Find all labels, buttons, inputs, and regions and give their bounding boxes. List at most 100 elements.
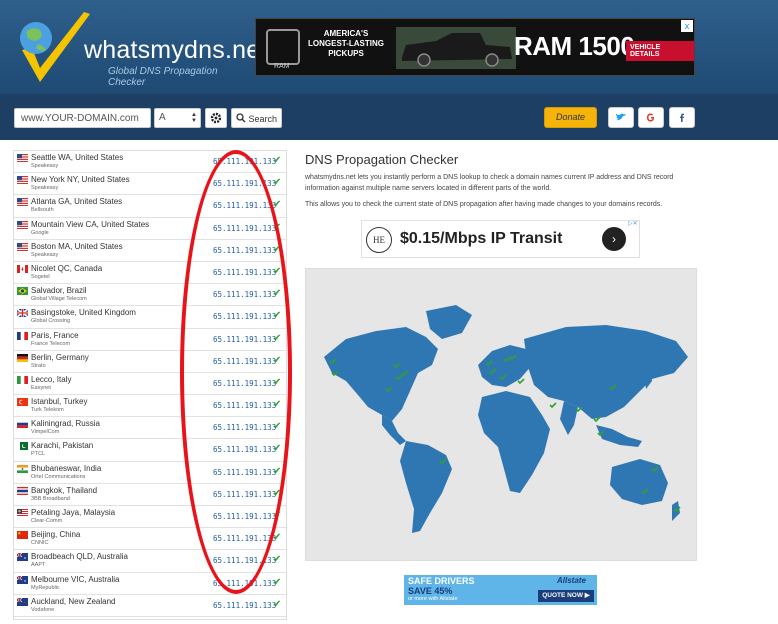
result-ip[interactable]: 65.111.191.133 (213, 157, 276, 166)
result-isp: Ortel Communications (31, 473, 86, 480)
result-isp: Speakeasy (31, 163, 59, 169)
flag-cn-icon (17, 531, 28, 540)
check-icon: ✔ (273, 532, 282, 544)
ad-vehicle-details-button[interactable]: VEHICLE DETAILS (626, 41, 694, 61)
flag-au-icon (17, 553, 28, 562)
result-row[interactable]: Paris, France France Telecom 65.111.191.13… (14, 329, 286, 351)
result-row[interactable]: Seattle WA, United States Speakeasy 65.111… (14, 151, 286, 174)
result-ip[interactable]: 65.111.191.133 (213, 534, 276, 543)
result-location: Karachi, Pakistan (31, 441, 94, 451)
ad-close-icon[interactable]: x (681, 20, 693, 32)
result-row[interactable]: Basingstoke, United Kingdom Global Crossi… (14, 306, 286, 329)
flag-my-icon (17, 509, 28, 517)
result-row[interactable]: Beijing, China CNNIC 65.111.191.133 ✔ (14, 528, 286, 551)
result-row[interactable]: Berlin, Germany Strato 65.111.191.133 ✔ (14, 351, 286, 373)
check-icon: ✔ (273, 155, 282, 166)
flag-th-icon (17, 486, 28, 495)
result-row[interactable]: Bangkok, Thailand 3BB Broadband 65.111.191… (14, 484, 286, 506)
twitter-share-button[interactable] (608, 107, 634, 128)
result-row[interactable]: Salvador, Brazil Global Village Telecom 65… (14, 284, 286, 307)
result-ip[interactable]: 65.111.191.133 (213, 601, 276, 610)
result-row[interactable]: Nicolet QC, Canada Sogetel 65.111.191.133 ✔ (14, 262, 286, 285)
result-row[interactable]: Istanbul, Turkey Turk Telekom 65.111.191.1… (14, 395, 286, 418)
result-row[interactable]: Karachi, Pakistan PTCL 65.111.191.133 ✔ (14, 439, 286, 462)
result-location: New York NY, United States (31, 175, 130, 185)
chevron-right-icon[interactable]: › (602, 227, 626, 251)
site-logo[interactable]: whatsmydns.net Global DNS Propagation Ch… (14, 10, 267, 88)
check-icon: ✔ (273, 598, 282, 610)
search-label: Search (248, 114, 278, 124)
result-ip[interactable]: 65.111.191.133 (213, 379, 276, 388)
result-row[interactable]: Boston MA, United States Speakeasy 65.111.… (14, 240, 286, 262)
result-ip[interactable]: 65.111.191.133 (213, 468, 276, 477)
result-ip[interactable]: 65.111.191.133 (213, 224, 276, 233)
result-isp: Easynet (31, 384, 51, 391)
check-icon: ✔ (273, 288, 282, 300)
result-row[interactable]: Atlanta GA, United States Bellsouth 65.111… (14, 195, 286, 218)
donate-button[interactable]: Donate (544, 107, 597, 128)
ram-banner-ad[interactable]: x RAM AMERICA'S LONGEST-LASTING PICKUPS … (255, 18, 695, 76)
result-row[interactable]: Lecco, Italy Easynet 65.111.191.133 ✔ (14, 373, 286, 396)
allstate-ad-line2: SAVE 45% (408, 586, 453, 596)
result-ip[interactable]: 65.111.191.133 (213, 490, 276, 499)
result-row[interactable]: Melbourne VIC, Australia MyRepublic 65.111… (14, 573, 286, 595)
allstate-ad[interactable]: SAFE DRIVERS SAVE 45% or more with Allst… (404, 575, 597, 605)
result-isp: Sogetel (31, 273, 50, 280)
ram-logo-icon (266, 29, 300, 65)
result-ip[interactable]: 65.111.191.133 (213, 401, 276, 410)
google-icon (647, 113, 654, 122)
allstate-ad-line1: SAFE DRIVERS (408, 576, 475, 586)
check-icon: ✔ (273, 221, 282, 233)
result-ip[interactable]: 65.111.191.133 (213, 335, 276, 344)
record-type-select[interactable]: A ▲ ▼ (154, 108, 201, 128)
facebook-share-button[interactable] (669, 107, 695, 128)
settings-button[interactable] (205, 108, 227, 128)
select-arrows-icon: ▲ ▼ (191, 112, 197, 124)
result-ip[interactable]: 65.111.191.133 (213, 312, 276, 321)
result-location: Basingstoke, United Kingdom (31, 308, 136, 318)
allstate-ad-line3: or more with Allstate (408, 596, 458, 602)
result-ip[interactable]: 65.111.191.133 (213, 179, 276, 188)
result-row[interactable]: Mountain View CA, United States Google 65.… (14, 218, 286, 240)
result-ip[interactable]: 65.111.191.133 (213, 579, 276, 588)
result-row[interactable]: Kaliningrad, Russia VimpelCom 65.111.191.1… (14, 417, 286, 440)
result-ip[interactable]: 65.111.191.133 (213, 512, 276, 521)
result-ip[interactable]: 65.111.191.133 (213, 290, 276, 299)
result-location: Melbourne VIC, Australia (31, 574, 120, 584)
result-ip[interactable]: 65.111.191.133 (213, 556, 276, 565)
result-ip[interactable]: 65.111.191.133 (213, 423, 276, 432)
flag-fr-icon (17, 331, 28, 340)
search-button[interactable]: Search (231, 108, 282, 128)
check-icon: ✔ (273, 465, 282, 477)
result-ip[interactable]: 65.111.191.133 (213, 246, 276, 255)
flag-de-icon (17, 353, 28, 362)
result-row[interactable]: New York NY, United States Speakeasy 65.11… (14, 173, 286, 196)
result-row[interactable]: Bhubaneswar, India Ortel Communications 65… (14, 462, 286, 484)
result-ip[interactable]: 65.111.191.133 (213, 357, 276, 366)
result-isp: Google (31, 229, 49, 236)
result-row[interactable]: Auckland, New Zealand Vodafone 65.111.191.… (14, 595, 286, 617)
result-location: Seattle WA, United States (31, 153, 124, 162)
result-ip[interactable]: 65.111.191.133 (213, 445, 276, 454)
result-location: Bhubaneswar, India (31, 463, 102, 473)
google-share-button[interactable] (638, 107, 664, 128)
result-ip[interactable]: 65.111.191.133 (213, 268, 276, 277)
result-ip[interactable]: 65.111.191.133 (213, 201, 276, 210)
quote-now-button[interactable]: QUOTE NOW ▶ (538, 590, 594, 602)
check-icon: ✔ (273, 376, 282, 388)
flag-in-icon (17, 464, 28, 473)
check-icon: ✔ (273, 399, 282, 411)
flag-us-icon (17, 198, 28, 207)
result-row[interactable]: Petaling Jaya, Malaysia Clear-Comm 65.111.… (14, 506, 286, 529)
check-icon: ✔ (273, 554, 282, 566)
ram-logo-text: RAM (274, 63, 290, 70)
flag-us-icon (17, 176, 28, 185)
domain-input[interactable] (14, 108, 151, 128)
ad-choices-icon[interactable]: ▷✕ (628, 220, 638, 227)
flag-pk-icon (17, 442, 28, 451)
world-map[interactable] (305, 268, 697, 561)
result-row[interactable]: Broadbeach QLD, Australia AAPT 65.111.191.… (14, 550, 286, 573)
result-isp: MyRepublic (31, 584, 60, 591)
gear-icon (210, 112, 222, 124)
ip-transit-ad[interactable]: HE $0.15/Mbps IP Transit (361, 220, 640, 258)
